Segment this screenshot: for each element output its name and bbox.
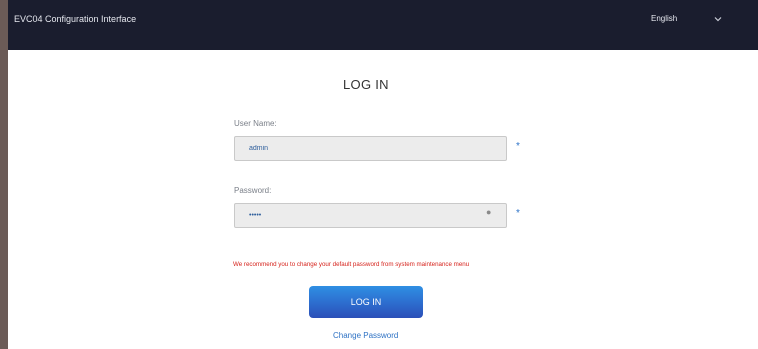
username-label: User Name: <box>234 119 277 128</box>
change-password-link[interactable]: Change Password <box>333 331 398 340</box>
language-selector[interactable]: English <box>651 14 677 23</box>
chevron-down-icon[interactable] <box>712 13 724 25</box>
password-warning: We recommend you to change your default … <box>233 261 470 268</box>
required-mark: * <box>516 208 520 219</box>
page-title: LOG IN <box>343 77 389 92</box>
required-mark: * <box>516 141 520 152</box>
password-label: Password: <box>234 186 272 195</box>
header-bar: EVC04 Configuration Interface English <box>8 0 758 50</box>
login-form: LOG IN User Name: * Password: ● * We rec… <box>0 50 758 349</box>
login-button[interactable]: LOG IN <box>309 286 423 318</box>
password-input[interactable] <box>234 203 507 228</box>
show-password-icon[interactable]: ● <box>486 207 491 217</box>
username-input[interactable] <box>234 136 507 161</box>
app-title: EVC04 Configuration Interface <box>14 14 137 24</box>
